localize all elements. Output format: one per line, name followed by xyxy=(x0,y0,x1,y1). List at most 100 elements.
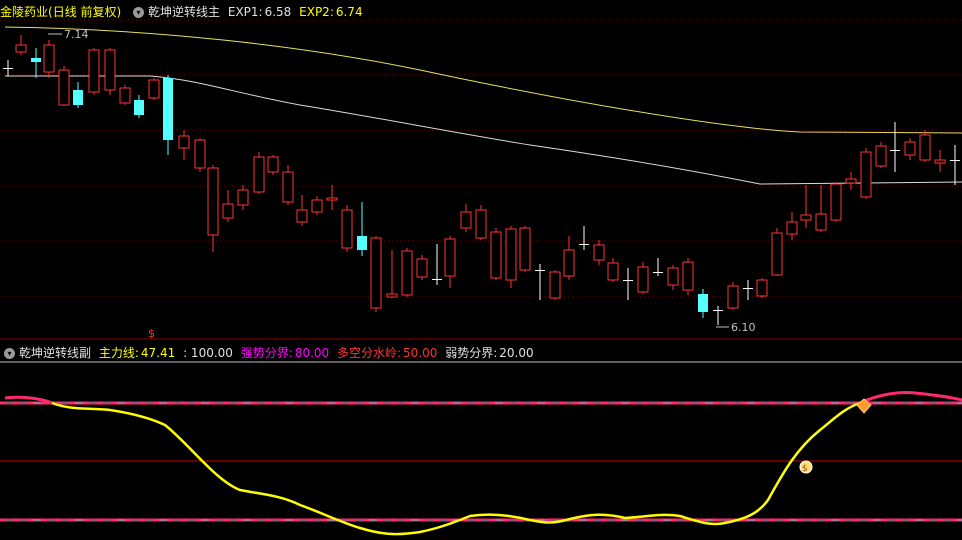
candlestick[interactable] xyxy=(934,150,946,172)
candlestick[interactable] xyxy=(222,190,234,222)
candlestick[interactable] xyxy=(237,185,249,210)
candlestick[interactable] xyxy=(505,226,517,288)
candlestick[interactable] xyxy=(623,268,633,300)
candlestick[interactable] xyxy=(3,60,13,76)
candlestick[interactable] xyxy=(698,289,708,318)
signal-marker-icon: $ xyxy=(148,327,155,340)
candlestick[interactable] xyxy=(253,152,265,194)
candle-body xyxy=(163,78,173,140)
kline-chart-canvas[interactable]: 7.14 6.10 $ $ xyxy=(0,0,962,540)
level-marker xyxy=(635,402,643,404)
level-marker xyxy=(341,402,349,404)
level-marker xyxy=(607,402,615,404)
candlestick[interactable] xyxy=(563,236,575,280)
level-marker xyxy=(579,402,587,404)
level-marker xyxy=(789,402,797,404)
candle-body xyxy=(460,211,472,229)
candlestick[interactable] xyxy=(713,306,723,325)
level-marker xyxy=(635,519,643,521)
candlestick[interactable] xyxy=(815,185,827,232)
candlestick[interactable] xyxy=(207,165,219,252)
level-marker xyxy=(649,519,657,521)
candlestick[interactable] xyxy=(519,226,531,272)
candlestick[interactable] xyxy=(890,122,900,172)
candlestick[interactable] xyxy=(860,148,872,199)
candlestick[interactable] xyxy=(326,185,338,210)
candlestick[interactable] xyxy=(357,202,367,256)
candlestick[interactable] xyxy=(904,138,916,160)
candlestick[interactable] xyxy=(667,265,679,290)
candlestick[interactable] xyxy=(31,48,41,78)
candlestick[interactable] xyxy=(549,270,561,300)
candle-body xyxy=(800,214,812,221)
candlestick[interactable] xyxy=(134,95,144,118)
level-marker xyxy=(537,402,545,404)
main-force-line-top-right xyxy=(859,391,962,405)
candlestick[interactable] xyxy=(682,258,694,295)
level-marker xyxy=(75,519,83,521)
candlestick[interactable] xyxy=(194,138,206,172)
candlestick[interactable] xyxy=(771,228,783,276)
candlestick[interactable] xyxy=(341,205,353,252)
candlestick[interactable] xyxy=(148,78,160,100)
candlestick[interactable] xyxy=(444,236,456,288)
candlestick[interactable] xyxy=(460,204,472,232)
candlestick[interactable] xyxy=(490,228,502,280)
level-marker xyxy=(383,402,391,404)
candlestick[interactable] xyxy=(88,48,100,95)
candlestick[interactable] xyxy=(579,226,589,250)
level-marker xyxy=(131,519,139,521)
candlestick[interactable] xyxy=(607,258,619,282)
candlestick[interactable] xyxy=(919,130,931,162)
candle-body xyxy=(756,279,768,297)
candle-body xyxy=(15,44,27,53)
candlestick[interactable] xyxy=(535,264,545,300)
candlestick[interactable] xyxy=(653,258,663,276)
level-marker xyxy=(271,402,279,404)
candle-body xyxy=(490,231,502,279)
candlestick[interactable] xyxy=(432,244,442,285)
level-marker xyxy=(509,519,517,521)
level-marker xyxy=(789,519,797,521)
candlestick[interactable] xyxy=(416,255,428,280)
level-marker xyxy=(873,402,881,404)
candlestick[interactable] xyxy=(875,142,887,168)
candlestick[interactable] xyxy=(950,145,960,185)
candle-body xyxy=(682,261,694,291)
level-marker xyxy=(943,402,951,404)
candlestick[interactable] xyxy=(104,48,116,95)
candlestick[interactable] xyxy=(756,278,768,298)
candlestick[interactable] xyxy=(119,85,131,105)
low-price-label: 6.10 xyxy=(731,321,756,334)
level-marker xyxy=(621,519,629,521)
candlestick[interactable] xyxy=(178,130,190,160)
level-marker xyxy=(957,402,962,404)
candlestick[interactable] xyxy=(282,165,294,205)
candlestick[interactable] xyxy=(370,236,382,312)
candlestick[interactable] xyxy=(727,282,739,310)
candlestick[interactable] xyxy=(58,66,70,106)
candlestick[interactable] xyxy=(830,182,842,222)
level-marker xyxy=(159,519,167,521)
candlestick[interactable] xyxy=(386,250,398,298)
candle-body xyxy=(311,199,323,213)
candlestick[interactable] xyxy=(637,262,649,294)
candlestick[interactable] xyxy=(73,82,83,108)
candlestick[interactable] xyxy=(43,40,55,78)
candlestick[interactable] xyxy=(296,195,308,226)
candlestick[interactable] xyxy=(593,240,605,265)
candlestick[interactable] xyxy=(311,196,323,215)
candle-body xyxy=(653,272,663,273)
candle-body xyxy=(713,310,723,311)
candle-body xyxy=(3,68,13,69)
candlestick[interactable] xyxy=(15,35,27,55)
candlestick[interactable] xyxy=(475,205,487,240)
candlestick[interactable] xyxy=(401,248,413,297)
candle-body xyxy=(860,151,872,198)
candlestick[interactable] xyxy=(800,185,812,228)
candlestick[interactable] xyxy=(267,155,279,175)
candlestick[interactable] xyxy=(786,212,798,240)
candlestick[interactable] xyxy=(163,75,173,155)
candlestick[interactable] xyxy=(845,172,857,190)
level-marker xyxy=(187,402,195,404)
